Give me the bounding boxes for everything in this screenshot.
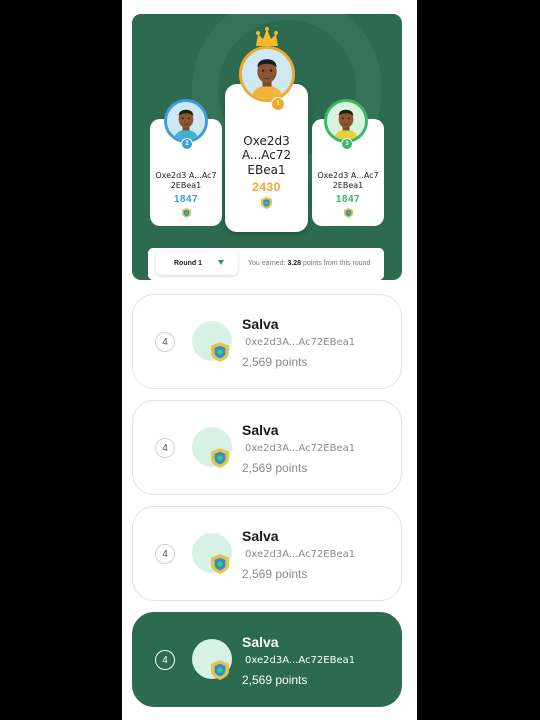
podium-third-name: Oxe2d3 A...Ac7 2EBea1 [317, 171, 379, 190]
earned-prefix: You earned: [248, 260, 286, 267]
podium-first-name: Oxe2d3 A...Ac72 EBea1 [241, 134, 292, 177]
podium-third-score: 1847 [335, 194, 361, 206]
shield-icon [181, 208, 191, 219]
leaderboard-podium: Oxe2d3 A...Ac7 2EBea1 1847 2 Oxe2d3 A...… [132, 14, 402, 280]
player-address: 0xe2d3A...Ac72EBea1 [245, 337, 356, 348]
leaderboard-row[interactable]: 4 Salva 0xe2d3A...Ac72EBea1 2,569 points [132, 506, 402, 601]
app-screen: Oxe2d3 A...Ac7 2EBea1 1847 2 Oxe2d3 A...… [122, 0, 417, 720]
podium-first-score: 2430 [252, 180, 281, 195]
podium-first-avatar [239, 46, 295, 102]
player-address: 0xe2d3A...Ac72EBea1 [245, 443, 356, 454]
shield-icon [211, 660, 229, 680]
shield-icon [211, 342, 229, 362]
player-points: 2,569 points [242, 673, 308, 687]
podium-second-score: 1847 [173, 194, 199, 206]
player-points: 2,569 points [242, 567, 308, 581]
leaderboard-row-current-user[interactable]: 4 Salva 0xe2d3A...Ac72EBea1 2,569 points [132, 612, 402, 707]
rank-number: 4 [155, 650, 175, 670]
podium-third-rank-badge: 3 [341, 138, 353, 150]
rank-number: 4 [155, 438, 175, 458]
shield-icon [211, 448, 229, 468]
podium-first-rank-badge: 1 [271, 97, 285, 111]
podium-first-card[interactable]: Oxe2d3 A...Ac72 EBea1 2430 [225, 84, 308, 232]
earned-suffix: points from this round [303, 260, 371, 267]
podium-second-avatar [164, 99, 208, 143]
leaderboard-row[interactable]: 4 Salva 0xe2d3A...Ac72EBea1 2,569 points [132, 294, 402, 389]
player-name: Salva [242, 316, 279, 332]
round-earnings-text: You earned: 3.28 points from this round [248, 260, 370, 267]
player-name: Salva [242, 634, 279, 650]
caret-down-icon [218, 260, 224, 265]
round-dropdown[interactable]: Round 1 [156, 251, 238, 275]
crown-icon [256, 27, 278, 46]
round-dropdown-label: Round 1 [174, 259, 202, 267]
podium-second-rank-badge: 2 [181, 138, 193, 150]
shield-icon [211, 554, 229, 574]
leaderboard-row[interactable]: 4 Salva 0xe2d3A...Ac72EBea1 2,569 points [132, 400, 402, 495]
shield-icon [343, 208, 353, 219]
player-address: 0xe2d3A...Ac72EBea1 [245, 655, 356, 666]
shield-icon [261, 197, 272, 210]
rank-number: 4 [155, 544, 175, 564]
player-name: Salva [242, 422, 279, 438]
player-points: 2,569 points [242, 461, 308, 475]
podium-second-name: Oxe2d3 A...Ac7 2EBea1 [155, 171, 217, 190]
player-points: 2,569 points [242, 355, 308, 369]
player-name: Salva [242, 528, 279, 544]
podium-third-avatar [324, 99, 368, 143]
earned-points: 3.28 [287, 260, 302, 267]
round-summary-bar: Round 1 You earned: 3.28 points from thi… [148, 248, 384, 280]
rank-number: 4 [155, 332, 175, 352]
player-address: 0xe2d3A...Ac72EBea1 [245, 549, 356, 560]
